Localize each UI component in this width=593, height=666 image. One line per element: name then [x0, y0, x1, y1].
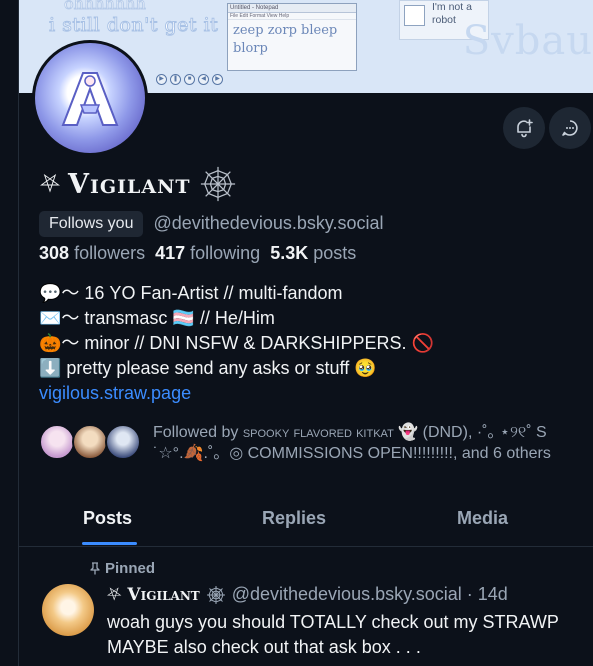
post-line-2: MAYBE also check out that ask box . . .	[107, 637, 421, 657]
message-button[interactable]	[549, 107, 591, 149]
follows-you-badge: Follows you	[39, 210, 144, 237]
tab-replies[interactable]: Replies	[262, 508, 326, 529]
followers-count: 308	[39, 243, 70, 263]
pinned-indicator: Pinned	[89, 560, 155, 577]
follows-row: Follows you @devithedevious.bsky.social	[39, 210, 384, 237]
profile-stats: 308 followers 417 following 5.3K posts	[39, 243, 356, 264]
following-label: following	[190, 243, 261, 263]
posts-label: posts	[313, 243, 357, 263]
followed-by-avatars	[39, 424, 141, 462]
notepad-titlebar: Untitled - Notepad	[228, 4, 356, 13]
followed-by-prefix: Followed by	[153, 424, 239, 441]
followed-by-rest: 👻 (DND), ·˚｡ ⋆୨୧˚ S	[398, 424, 547, 441]
followers-stat[interactable]: 308 followers	[39, 243, 145, 264]
post-line-1: woah guys you should TOTALLY check out m…	[107, 612, 559, 632]
banner-deco-right: Svbau	[462, 18, 593, 64]
pentagram-icon: ⛧	[40, 169, 61, 198]
avatar-figure-icon	[61, 72, 119, 126]
banner-deco-top: ohhhhhhh	[64, 0, 147, 14]
post-body[interactable]: woah guys you should TOTALLY check out m…	[107, 610, 559, 660]
display-name-text: Vigilant	[68, 168, 191, 200]
post-header: ⛧ Vigilant @devithedevious.bsky.social ·…	[107, 584, 508, 605]
avatar-image	[35, 43, 145, 153]
posts-count: 5.3K	[270, 243, 309, 263]
bio-line-1: 💬〜 16 YO Fan-Artist // multi-fandom	[39, 283, 343, 303]
bio-line-3: 🎃〜 minor // DNI NSFW & DARKSHIPPERS. 🚫	[39, 333, 434, 353]
column-divider	[18, 0, 19, 666]
tab-media[interactable]: Media	[457, 508, 508, 529]
post-pentagram-icon: ⛧	[107, 584, 122, 604]
followed-by-name: spooky flavored kitkat	[242, 424, 394, 441]
banner-media-player: ▶ ❚ ■ ◀ ▶	[156, 70, 223, 88]
stop-icon: ■	[184, 73, 195, 85]
profile-tabs: Posts Replies Media	[19, 494, 593, 547]
bell-plus-icon	[517, 119, 533, 138]
play-icon: ▶	[156, 73, 167, 85]
spiderweb-icon	[200, 166, 235, 202]
follower-avatar	[39, 424, 75, 460]
followed-by-text: Followed by spooky flavored kitkat 👻 (DN…	[153, 422, 551, 464]
followed-by-line-1: Followed by spooky flavored kitkat 👻 (DN…	[153, 422, 551, 443]
active-tab-indicator	[82, 542, 137, 545]
post-spiderweb-icon	[206, 585, 225, 604]
following-stat[interactable]: 417 following	[155, 243, 260, 264]
profile-handle[interactable]: @devithedevious.bsky.social	[153, 213, 383, 234]
followed-by-line-2: ˙☆°.🍂.˚。◎ COMMISSIONS OPEN!!!!!!!!!, and…	[153, 445, 551, 462]
bio-line-4: ⬇️ pretty please send any asks or stuff …	[39, 358, 377, 378]
notepad-line-2: blorp	[233, 41, 268, 56]
rewind-icon: ◀	[198, 73, 209, 85]
notepad-line-1: zeep zorp bleep	[233, 23, 338, 38]
followed-by[interactable]: Followed by spooky flavored kitkat 👻 (DN…	[39, 422, 593, 464]
post-handle-time[interactable]: @devithedevious.bsky.social · 14d	[232, 584, 508, 605]
profile-page: ohhhhhhh i still don't get it Untitled -…	[0, 0, 593, 666]
following-count: 417	[155, 243, 186, 263]
follower-avatar	[72, 424, 108, 460]
forward-icon: ▶	[212, 73, 223, 85]
subscribe-notifications-button[interactable]	[503, 107, 545, 149]
chat-bubble-icon	[562, 120, 578, 136]
pin-icon	[90, 562, 100, 575]
post-author-avatar[interactable]	[42, 584, 94, 636]
follower-avatar	[105, 424, 141, 460]
posts-stat: 5.3K posts	[270, 243, 356, 264]
profile-avatar[interactable]	[32, 40, 148, 156]
banner-deco-main: i still don't get it	[48, 14, 219, 37]
display-name: ⛧ Vigilant	[40, 162, 237, 206]
notepad-content: zeep zorp bleep blorp	[228, 20, 356, 60]
bio-link[interactable]: vigilous.straw.page	[39, 381, 434, 406]
post-author-name[interactable]: Vigilant	[127, 585, 199, 605]
followers-label: followers	[74, 243, 146, 263]
bio-line-2: ✉️〜 transmasc 🏳️‍⚧️ // He/Him	[39, 308, 275, 328]
profile-bio: 💬〜 16 YO Fan-Artist // multi-fandom ✉️〜 …	[39, 281, 434, 406]
pinned-label: Pinned	[105, 560, 156, 577]
banner-notepad-window: Untitled - Notepad File Edit Format View…	[227, 3, 357, 71]
captcha-checkbox-icon	[404, 5, 425, 26]
notepad-menubar: File Edit Format View Help	[228, 13, 356, 20]
pause-icon: ❚	[170, 73, 181, 85]
tab-posts[interactable]: Posts	[83, 508, 132, 529]
